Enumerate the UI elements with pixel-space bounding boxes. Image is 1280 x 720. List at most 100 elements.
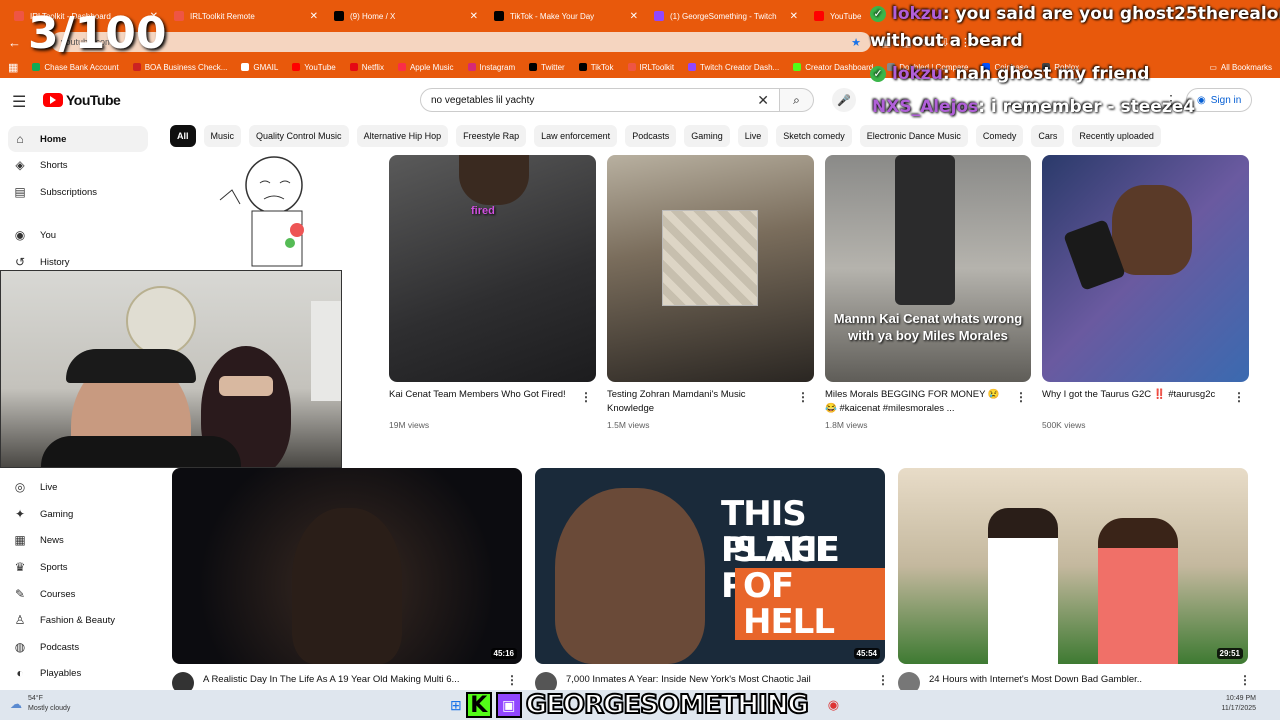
news-icon: ▦ <box>14 533 26 547</box>
sidebar-item-shorts[interactable]: ◈ Shorts <box>8 152 148 178</box>
bookmark-youtube[interactable]: YouTube <box>292 63 336 72</box>
chat-username: NXS_Alejos <box>872 97 979 117</box>
sidebar-item-label: Fashion & Beauty <box>40 614 115 626</box>
sidebar-item-courses[interactable]: ✎ Courses <box>8 581 148 607</box>
video-views: 1.5M views <box>607 420 650 430</box>
video-title[interactable]: Testing Zohran Mamdani's Music Knowledge <box>607 388 792 418</box>
sidebar-item-live[interactable]: ◎ Live <box>8 474 148 500</box>
video-title[interactable]: Kai Cenat Team Members Who Got Fired! <box>389 388 574 418</box>
video-thumbnail[interactable]: fired <box>389 155 596 382</box>
more-options-icon[interactable]: ⋮ <box>1239 673 1251 687</box>
sidebar-item-fashion-beauty[interactable]: ♙ Fashion & Beauty <box>8 607 148 633</box>
bookmark-twitch-creator[interactable]: Twitch Creator Dash... <box>688 63 779 72</box>
chip-all[interactable]: All <box>170 125 196 147</box>
sidebar-item-playables[interactable]: ◐ Playables <box>8 660 148 686</box>
bookmark-gmail[interactable]: GMAIL <box>241 63 278 72</box>
clock[interactable]: 10:49 PM 11/17/2025 <box>1221 694 1256 714</box>
video-thumbnail[interactable]: 45:16 <box>172 468 522 664</box>
chip-alternative-hip-hop[interactable]: Alternative Hip Hop <box>356 125 449 147</box>
bookmark-tiktok[interactable]: TikTok <box>578 63 614 72</box>
sidebar-item-podcasts[interactable]: ◍ Podcasts <box>8 634 148 660</box>
voice-search-button[interactable]: 🎤 <box>832 88 856 112</box>
webcam-overlay <box>0 270 342 468</box>
weather-widget[interactable]: ☁ 54°F Mostly cloudy <box>10 694 70 714</box>
chip-freestyle-rap[interactable]: Freestyle Rap <box>456 125 527 147</box>
chip-music[interactable]: Music <box>203 125 242 147</box>
chip-cars[interactable]: Cars <box>1031 125 1065 147</box>
chip-comedy[interactable]: Comedy <box>975 125 1024 147</box>
sidebar-item-label: Home <box>40 133 67 145</box>
sidebar-item-subscriptions[interactable]: ▤ Subscriptions <box>8 179 148 205</box>
address-bar[interactable]: youtube.com ★ <box>51 32 871 52</box>
more-options-icon[interactable]: ⋮ <box>506 673 518 687</box>
close-icon[interactable]: ✕ <box>630 11 638 22</box>
all-bookmarks[interactable]: ▭ All Bookmarks <box>1209 63 1272 72</box>
video-title[interactable]: 7,000 Inmates A Year: Inside New York's … <box>566 673 856 687</box>
video-thumbnail[interactable]: 29:51 <box>898 468 1248 664</box>
video-title[interactable]: Miles Morals BEGGING FOR MONEY 😢😂 #kaice… <box>825 388 1010 418</box>
close-icon[interactable]: ✕ <box>790 11 798 22</box>
bookmark-favicon-icon <box>578 63 587 71</box>
search-input[interactable]: no vegetables lil yachty ✕ <box>420 88 780 112</box>
sidebar-item-sports[interactable]: ♛ Sports <box>8 554 148 580</box>
video-thumbnail[interactable]: Mannn Kai Cenat whats wrong with ya boy … <box>825 155 1031 382</box>
video-views: 500K views <box>1042 420 1086 430</box>
chip-podcasts[interactable]: Podcasts <box>625 125 677 147</box>
more-options-icon[interactable]: ⋮ <box>1233 390 1245 404</box>
chip-live[interactable]: Live <box>737 125 769 147</box>
sidebar-item-home[interactable]: ⌂ Home <box>8 126 148 152</box>
tab-x-home[interactable]: (9) Home / X ✕ <box>326 4 486 28</box>
video-thumbnail-meme[interactable] <box>172 155 378 270</box>
chip-sketch-comedy[interactable]: Sketch comedy <box>776 125 852 147</box>
video-thumbnail[interactable] <box>1042 155 1249 382</box>
tab-twitch[interactable]: (1) GeorgeSomething - Twitch ✕ <box>646 4 806 28</box>
bookmark-netflix[interactable]: Netflix <box>349 63 384 72</box>
sidebar-item-news[interactable]: ▦ News <box>8 527 148 553</box>
bookmark-label: Twitter <box>541 62 565 72</box>
more-options-icon[interactable]: ⋮ <box>797 390 809 404</box>
bookmark-irltoolkit[interactable]: IRLToolkit <box>627 62 675 72</box>
video-title[interactable]: A Realistic Day In The Life As A 19 Year… <box>203 673 493 687</box>
close-icon[interactable]: ✕ <box>470 11 478 22</box>
close-icon[interactable]: ✕ <box>310 11 318 22</box>
sidebar-item-label: Playables <box>40 667 82 679</box>
search-button[interactable]: ⌕ <box>780 88 814 112</box>
youtube-logo[interactable]: YouTube <box>43 92 121 108</box>
bookmark-label: IRLToolkit <box>639 62 675 72</box>
app-icon[interactable]: ◉ <box>828 697 839 713</box>
hamburger-menu-icon[interactable]: ☰ <box>12 92 26 112</box>
chip-edm[interactable]: Electronic Dance Music <box>859 125 968 147</box>
chip-law-enforcement[interactable]: Law enforcement <box>534 125 618 147</box>
sidebar-item-gaming[interactable]: ✦ Gaming <box>8 501 148 527</box>
chip-quality-control-music[interactable]: Quality Control Music <box>249 125 349 147</box>
chip-gaming[interactable]: Gaming <box>684 125 730 147</box>
more-options-icon[interactable]: ⋮ <box>1015 390 1027 404</box>
video-title[interactable]: Why I got the Taurus G2C ‼️ #taurusg2c <box>1042 388 1227 418</box>
more-options-icon[interactable]: ⋮ <box>580 390 592 404</box>
sidebar-item-you[interactable]: ◉ You <box>8 222 148 248</box>
video-thumbnail[interactable]: THIS PLACE IS THE PITS OF HELL 45:54 <box>535 468 885 664</box>
streamer-name: GEORGESOMETHING <box>525 689 810 720</box>
tab-tiktok[interactable]: TikTok - Make Your Day ✕ <box>486 4 646 28</box>
video-title[interactable]: 24 Hours with Internet's Most Down Bad G… <box>929 673 1219 687</box>
sidebar-item-label: Gaming <box>40 508 74 520</box>
bookmark-creator-dashboard[interactable]: Creator Dashboard <box>793 63 873 72</box>
back-arrow-icon[interactable]: ← <box>8 35 21 50</box>
bookmark-instagram[interactable]: Instagram <box>467 63 515 72</box>
video-thumbnail[interactable] <box>607 155 814 382</box>
bookmark-twitter[interactable]: Twitter <box>529 63 565 72</box>
bookmark-boa[interactable]: BOA Business Check... <box>132 63 227 72</box>
clear-icon[interactable]: ✕ <box>757 92 769 109</box>
sign-in-button[interactable]: ◉ Sign in <box>1186 88 1253 112</box>
bookmark-apple-music[interactable]: Apple Music <box>397 63 454 72</box>
tab-irltoolkit-remote[interactable]: IRLToolkit Remote ✕ <box>166 4 326 28</box>
more-options-icon[interactable]: ⋮ <box>877 673 889 687</box>
favicon-icon <box>654 11 664 21</box>
apps-grid-icon[interactable]: ▦ <box>8 61 18 74</box>
windows-start-icon[interactable]: ⊞ <box>450 697 462 714</box>
bookmark-chase[interactable]: Chase Bank Account <box>32 63 119 72</box>
chip-recently-uploaded[interactable]: Recently uploaded <box>1072 125 1161 147</box>
bookmark-star-icon[interactable]: ★ <box>851 36 861 49</box>
chat-message: without a beard <box>870 31 1023 51</box>
bookmark-favicon-icon <box>793 63 802 71</box>
